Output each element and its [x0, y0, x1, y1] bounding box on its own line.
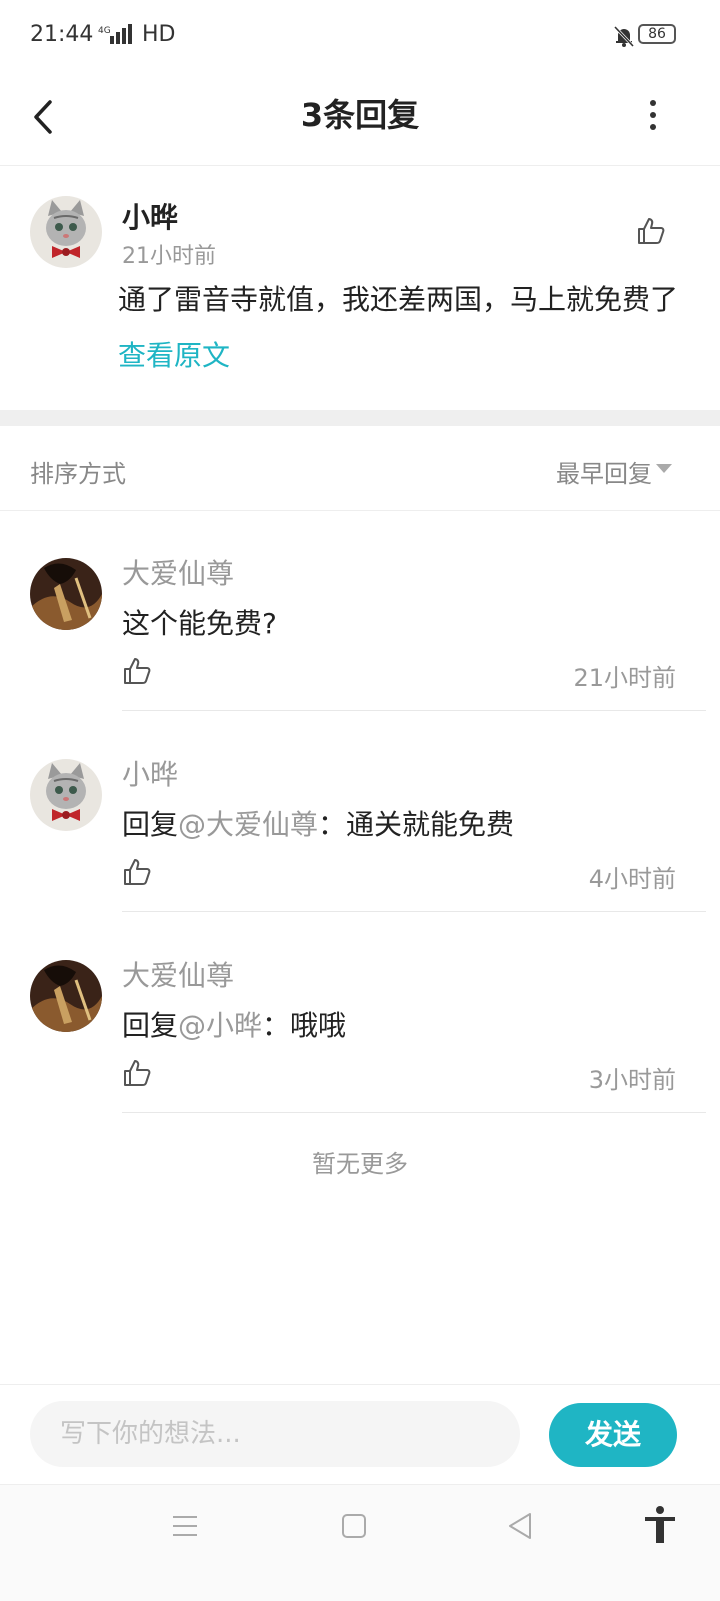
page-title: 3条回复 — [300, 96, 420, 134]
thumbs-up-icon — [124, 859, 151, 885]
more-dot-icon — [650, 112, 656, 118]
reply-body: 这个能免费? — [122, 607, 277, 640]
original-text: 通了雷音寺就值，我还差两国，马上就免费了 — [118, 283, 679, 316]
composer-bar: 发送 — [0, 1384, 720, 1485]
back-triangle-icon — [509, 1513, 531, 1539]
menu-nav-button[interactable] — [170, 1511, 200, 1541]
reply-author: 大爱仙尊 — [122, 557, 235, 590]
no-more-label: 暂无更多 — [312, 1150, 408, 1178]
status-bar: 21:44 4G HD 86 — [0, 0, 720, 70]
more-dot-icon — [650, 100, 656, 106]
original-time: 21小时前 — [122, 244, 216, 269]
reply-body: ：哦哦 — [262, 1009, 347, 1042]
original-author: 小晔 — [122, 201, 179, 234]
home-nav-button[interactable] — [339, 1511, 369, 1541]
reply-time: 3小时前 — [588, 1066, 676, 1094]
reply-time: 4小时前 — [588, 865, 676, 893]
signal-icon: 4G — [98, 24, 138, 51]
home-square-icon — [342, 1514, 366, 1538]
avatar-cat[interactable] — [30, 759, 102, 831]
reply-text: 回复@大爱仙尊：通关就能免费 — [122, 803, 514, 843]
sort-dropdown[interactable]: 最早回复 — [556, 454, 652, 489]
reply-prefix: 回复 — [122, 808, 179, 841]
reply-item: 小晔 回复@大爱仙尊：通关就能免费 4小时前 — [0, 713, 720, 913]
cat-avatar-icon — [30, 196, 102, 268]
reply-separator — [122, 911, 706, 912]
reply-item: 大爱仙尊 这个能免费? 21小时前 — [0, 512, 720, 712]
reply-prefix: 回复 — [122, 1009, 179, 1042]
sort-bar: 排序方式 最早回复 — [0, 426, 720, 511]
section-divider — [0, 410, 720, 426]
cat-avatar-icon — [30, 759, 102, 831]
more-dot-icon — [650, 124, 656, 130]
reply-like-button[interactable] — [122, 656, 152, 686]
send-button[interactable]: 发送 — [549, 1403, 677, 1467]
battery-indicator: 86 — [638, 24, 676, 44]
status-time: 21:44 — [30, 22, 94, 47]
more-options-button[interactable] — [638, 90, 668, 140]
back-nav-button[interactable] — [505, 1511, 535, 1541]
avatar-cat[interactable] — [30, 196, 102, 268]
reply-separator — [122, 710, 706, 711]
reply-like-button[interactable] — [122, 1058, 152, 1088]
reply-mention[interactable]: @小晔 — [178, 1009, 262, 1042]
reply-separator — [122, 1112, 706, 1113]
reply-text: 回复@小晔：哦哦 — [122, 1004, 346, 1044]
reply-mention[interactable]: @大爱仙尊 — [178, 808, 318, 841]
network-label: 4G — [98, 26, 111, 36]
caret-down-icon[interactable] — [656, 464, 672, 473]
thumbs-up-icon — [638, 218, 665, 244]
reply-text: 这个能免费? — [122, 602, 277, 642]
reply-author: 大爱仙尊 — [122, 959, 235, 992]
thumbs-up-icon — [124, 658, 151, 684]
accessibility-button[interactable] — [642, 1505, 678, 1545]
like-button[interactable] — [636, 216, 666, 246]
warrior-avatar-icon — [30, 558, 102, 630]
reply-item: 大爱仙尊 回复@小晔：哦哦 3小时前 — [0, 914, 720, 1114]
reply-author: 小晔 — [122, 758, 179, 791]
mute-bell-icon — [612, 24, 636, 48]
avatar-warrior[interactable] — [30, 558, 102, 630]
reply-like-button[interactable] — [122, 857, 152, 887]
reply-body: ：通关就能免费 — [318, 808, 515, 841]
avatar-warrior[interactable] — [30, 960, 102, 1032]
system-nav-bar — [0, 1484, 720, 1601]
sort-label: 排序方式 — [30, 460, 126, 488]
warrior-avatar-icon — [30, 960, 102, 1032]
thumbs-up-icon — [124, 1060, 151, 1086]
top-bar: 3条回复 — [0, 70, 720, 166]
menu-lines-icon — [173, 1516, 197, 1536]
accessibility-icon — [645, 1506, 675, 1543]
comment-input[interactable] — [30, 1401, 520, 1467]
hd-indicator: HD — [142, 22, 176, 47]
view-original-link[interactable]: 查看原文 — [118, 334, 230, 374]
reply-time: 21小时前 — [573, 664, 676, 692]
